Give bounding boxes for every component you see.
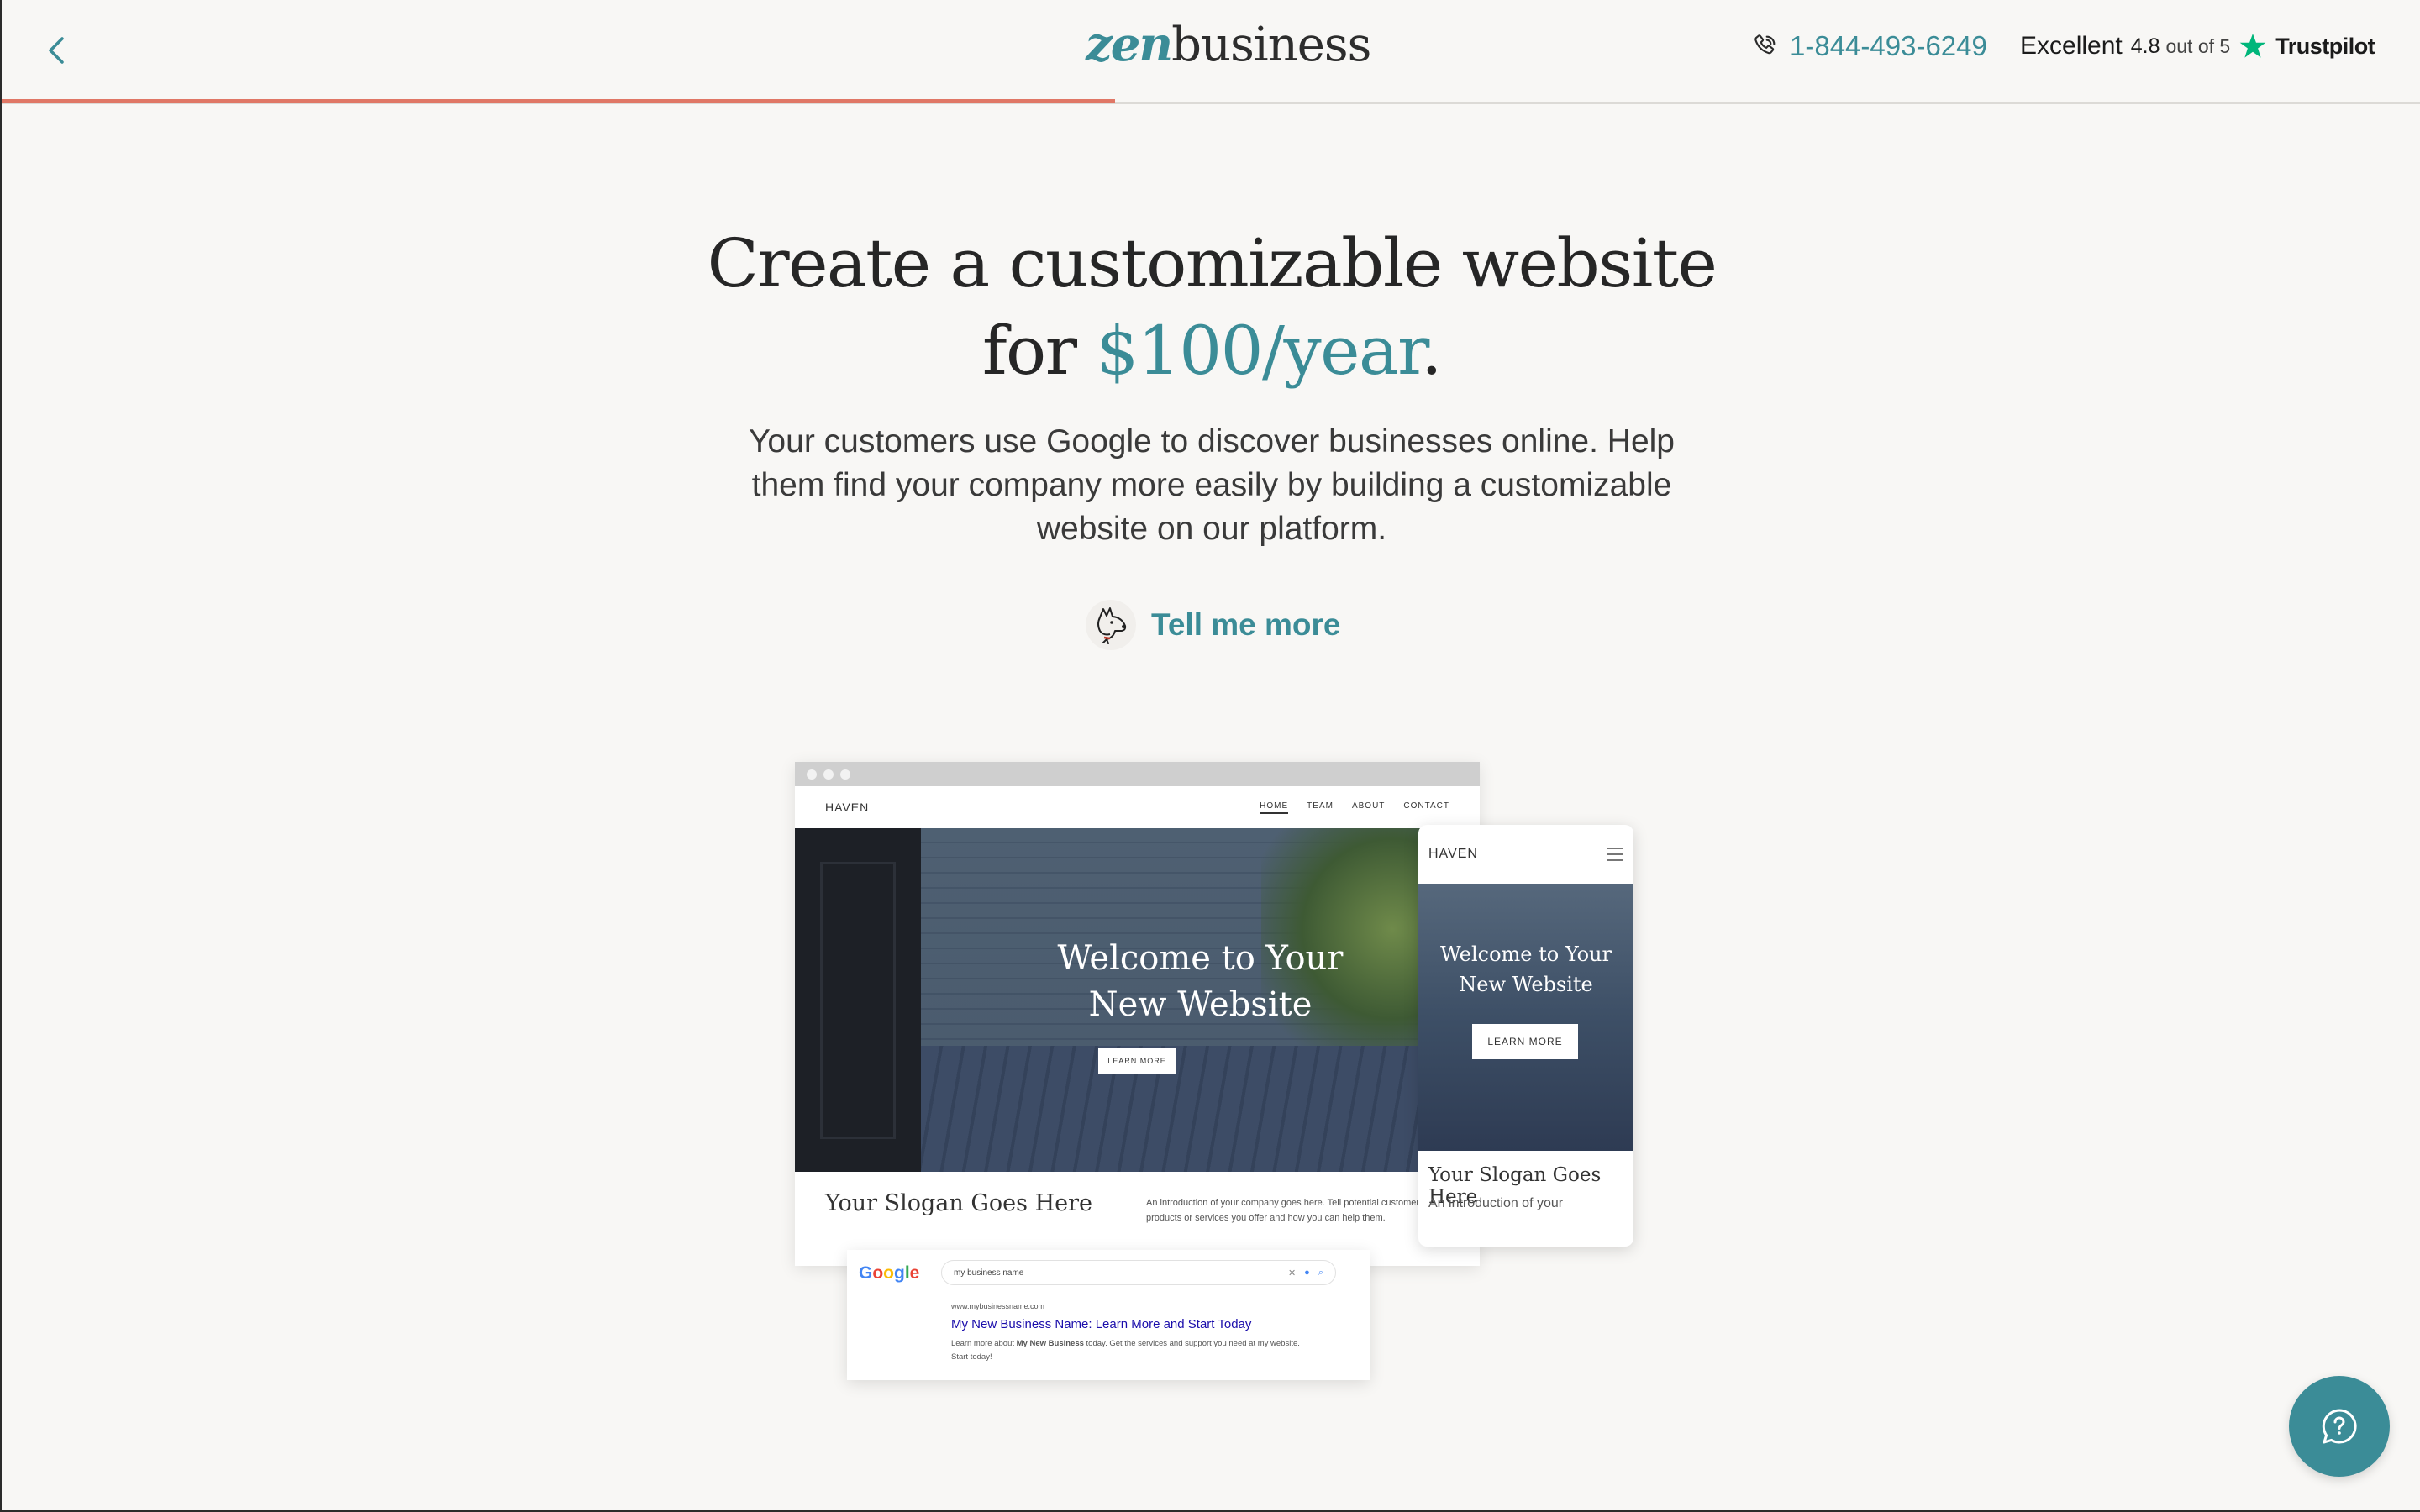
google-query: my business name [954, 1268, 1024, 1278]
rating-score: 4.8 out of 5 [2130, 34, 2231, 58]
search-icon: ⌕ [1318, 1267, 1323, 1278]
zenbusiness-logo[interactable]: zen business [1086, 17, 1371, 84]
phone-number: 1-844-493-6249 [1790, 30, 1987, 61]
result-url: www.mybusinessname.com [951, 1302, 1045, 1310]
logo-zen: zen [1086, 17, 1173, 72]
trustpilot-star-icon [2239, 34, 2266, 58]
logo-business: business [1171, 18, 1371, 72]
result-description: Learn more about My New Business today. … [951, 1339, 1300, 1362]
browser-chrome [795, 762, 1480, 786]
mockup-nav: HAVEN HOME TEAM ABOUT CONTACT [795, 786, 1480, 828]
mockup-nav-team: TEAM [1307, 801, 1334, 811]
mockup-nav-contact: CONTACT [1403, 801, 1449, 811]
back-button[interactable] [39, 29, 76, 72]
tell-me-more-label: Tell me more [1151, 607, 1341, 642]
mobile-mockup-intro: An introduction of your [1428, 1196, 1564, 1210]
headline-line-2: for $100/year. [981, 312, 1443, 390]
trustpilot-wordmark: Trustpilot [2275, 33, 2375, 59]
clear-icon: ✕ [1287, 1268, 1297, 1278]
trustpilot-rating[interactable]: Excellent 4.8 out of 5 Trustpilot [2020, 32, 2375, 60]
phone-icon [1754, 34, 1776, 55]
mockup-hero-image: Welcome to Your New Website LEARN MORE [795, 828, 1480, 1172]
mobile-mockup-hero-title: Welcome to Your New Website [1440, 942, 1612, 996]
mockup-nav-about: ABOUT [1351, 801, 1386, 811]
headline-price: $100/year [1096, 312, 1422, 390]
dog-mascot-icon [1086, 600, 1136, 650]
google-search-bar: my business name ✕ ● ⌕ [941, 1260, 1336, 1285]
chevron-left-icon [49, 37, 64, 64]
mobile-website-mockup: HAVEN Welcome to Your New Website LEARN … [1418, 825, 1634, 1247]
mic-icon: ● [1304, 1268, 1310, 1278]
headline-line-1: Create a customizable website [707, 224, 1718, 302]
phone-link[interactable]: 1-844-493-6249 [1751, 30, 1987, 62]
page-title: Create a customizable website for $100/y… [2, 220, 2420, 395]
result-title: My New Business Name: Learn More and Sta… [951, 1317, 1252, 1331]
hero-subtext: Your customers use Google to discover bu… [749, 423, 1675, 547]
rating-word: Excellent [2020, 32, 2123, 60]
desktop-website-mockup: HAVEN HOME TEAM ABOUT CONTACT Welcome to… [795, 762, 1480, 1266]
google-logo: Google [859, 1263, 920, 1283]
mockup-brand: HAVEN [825, 801, 870, 814]
progress-bar-fill [2, 99, 1115, 103]
mobile-mockup-hero: Welcome to Your New Website LEARN MORE [1418, 884, 1634, 1151]
tell-me-more-link[interactable]: Tell me more [1086, 600, 1341, 650]
mockup-learn-more: LEARN MORE [1098, 1048, 1176, 1074]
top-header: zen business 1-844-493-6249 Excellent 4.… [2, 0, 2420, 104]
mockup-hero-title: Welcome to Your New Website [1057, 939, 1344, 1024]
help-chat-icon [2322, 1409, 2357, 1444]
mobile-mockup-brand: HAVEN [1428, 847, 1478, 861]
help-chat-button[interactable] [2289, 1376, 2390, 1477]
google-search-mockup: Google my business name ✕ ● ⌕ www.mybusi… [847, 1250, 1370, 1380]
mobile-mockup-header: HAVEN [1418, 825, 1634, 884]
mockup-nav-home: HOME [1260, 801, 1289, 814]
hamburger-menu-icon [1607, 848, 1623, 861]
mobile-mockup-learn-more: LEARN MORE [1472, 1024, 1578, 1059]
mockup-slogan: Your Slogan Goes Here [825, 1190, 1093, 1216]
